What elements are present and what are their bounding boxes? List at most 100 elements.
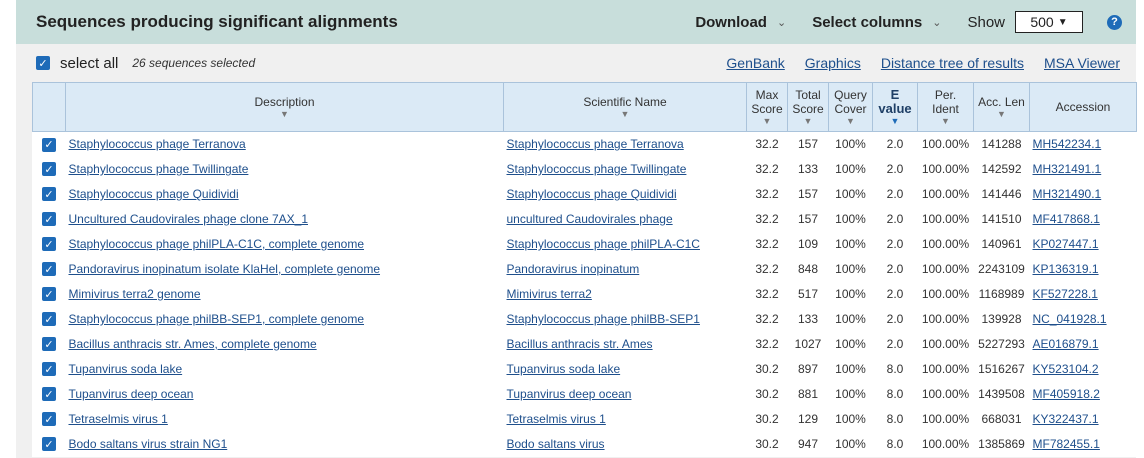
scientific-name-link[interactable]: Staphylococcus phage philBB-SEP1: [507, 312, 700, 326]
max-score-cell: 32.2: [755, 262, 779, 276]
genbank-link[interactable]: GenBank: [726, 55, 784, 71]
col-max-score[interactable]: Max Score ▼: [746, 82, 788, 132]
col-total-score[interactable]: Total Score ▼: [787, 82, 829, 132]
scientific-name-link[interactable]: uncultured Caudovirales phage: [507, 212, 673, 226]
scientific-name-link[interactable]: Staphylococcus phage Quidividi: [507, 187, 677, 201]
row-checkbox[interactable]: ✓: [42, 362, 56, 377]
row-checkbox[interactable]: ✓: [42, 337, 56, 352]
accession-link[interactable]: KY322437.1: [1033, 412, 1099, 426]
accession-cell: KY523104.2: [1030, 357, 1137, 382]
description-link[interactable]: Bodo saltans virus strain NG1: [69, 437, 228, 451]
scientific-name-link[interactable]: Tetraselmis virus 1: [507, 412, 606, 426]
description-link[interactable]: Tupanvirus deep ocean: [69, 387, 194, 401]
accession-link[interactable]: AE016879.1: [1033, 337, 1099, 351]
scientific-name-link[interactable]: Staphylococcus phage Twillingate: [507, 162, 687, 176]
row-checkbox[interactable]: ✓: [42, 387, 56, 402]
total-score-cell: 897: [797, 362, 819, 376]
row-checkbox[interactable]: ✓: [42, 262, 56, 277]
accession-link[interactable]: KP027447.1: [1033, 237, 1099, 251]
col-query-cover[interactable]: Query Cover ▼: [828, 82, 873, 132]
scientific-name-link[interactable]: Tupanvirus soda lake: [507, 362, 621, 376]
description-link[interactable]: Pandoravirus inopinatum isolate KlaHel, …: [69, 262, 381, 276]
description-link[interactable]: Staphylococcus phage philPLA-C1C, comple…: [69, 237, 365, 251]
accession-link[interactable]: MF405918.2: [1033, 387, 1100, 401]
graphics-link[interactable]: Graphics: [805, 55, 861, 71]
row-checkbox[interactable]: ✓: [42, 437, 56, 452]
table-row: ✓ Staphylococcus phage Twillingate Staphyl…: [33, 157, 1137, 182]
selected-count: 26 sequences selected: [132, 56, 256, 70]
accession-link[interactable]: NC_041928.1: [1033, 312, 1107, 326]
row-checkbox-cell: ✓: [33, 307, 66, 332]
row-checkbox-cell: ✓: [33, 182, 66, 207]
max-score-cell: 30.2: [755, 412, 779, 426]
description-cell: Uncultured Caudovirales phage clone 7AX_…: [66, 207, 504, 232]
scientific-name-link[interactable]: Tupanvirus deep ocean: [507, 387, 632, 401]
scientific-name-link[interactable]: Staphylococcus phage philPLA-C1C: [507, 237, 700, 251]
row-checkbox[interactable]: ✓: [42, 212, 56, 227]
row-checkbox[interactable]: ✓: [42, 237, 56, 252]
accession-link[interactable]: KP136319.1: [1033, 262, 1099, 276]
col-scientific-name[interactable]: Scientific Name ▼: [503, 82, 747, 132]
select-all-label[interactable]: select all: [60, 55, 118, 72]
scientific-name-link[interactable]: Bodo saltans virus: [507, 437, 605, 451]
per-ident-cell: 100.00%: [921, 412, 970, 426]
col-per-ident[interactable]: Per. Ident ▼: [917, 82, 974, 132]
accession-link[interactable]: KF527228.1: [1033, 287, 1098, 301]
accession-link[interactable]: MH542234.1: [1033, 137, 1102, 151]
scientific-name-link[interactable]: Pandoravirus inopinatum: [507, 262, 640, 276]
download-menu[interactable]: Download ⌄: [695, 14, 786, 31]
sort-arrow-icon: ▼: [890, 116, 900, 126]
acc-len-cell: 1516267: [978, 362, 1025, 376]
row-checkbox[interactable]: ✓: [42, 162, 56, 177]
query-cover-cell: 100%: [835, 137, 866, 152]
description-link[interactable]: Tupanvirus soda lake: [69, 362, 183, 376]
accession-cell: MH542234.1: [1030, 132, 1137, 157]
description-cell: Tetraselmis virus 1: [66, 407, 504, 432]
row-checkbox-cell: ✓: [33, 157, 66, 182]
scientific-name-link[interactable]: Bacillus anthracis str. Ames: [507, 337, 653, 351]
col-acc-len[interactable]: Acc. Len ▼: [973, 82, 1030, 132]
row-checkbox[interactable]: ✓: [42, 187, 56, 202]
description-link[interactable]: Mimivirus terra2 genome: [69, 287, 201, 301]
table-row: ✓ Staphylococcus phage Terranova Staphyloc…: [33, 132, 1137, 157]
accession-link[interactable]: MH321490.1: [1033, 187, 1102, 201]
per-ident-cell: 100.00%: [921, 362, 970, 376]
accession-link[interactable]: MF417868.1: [1033, 212, 1100, 226]
accession-link[interactable]: MH321491.1: [1033, 162, 1102, 176]
select-columns-menu[interactable]: Select columns ⌄: [812, 14, 941, 31]
col-accession[interactable]: Accession: [1029, 82, 1137, 132]
table-row: ✓ Pandoravirus inopinatum isolate KlaHel,…: [33, 257, 1137, 282]
scientific-name-link[interactable]: Mimivirus terra2: [507, 287, 592, 301]
per-ident-cell: 100.00%: [921, 337, 970, 351]
sort-arrow-icon: ▼: [941, 116, 950, 126]
max-score-cell: 30.2: [755, 437, 779, 451]
sort-arrow-icon: ▼: [762, 116, 772, 126]
description-link[interactable]: Staphylococcus phage philBB-SEP1, comple…: [69, 312, 365, 326]
description-link[interactable]: Staphylococcus phage Twillingate: [69, 162, 249, 176]
row-checkbox[interactable]: ✓: [42, 137, 56, 152]
query-cover-cell: 100%: [835, 237, 866, 251]
description-link[interactable]: Staphylococcus phage Terranova: [69, 137, 246, 151]
col-e-value[interactable]: Evalue ▼: [872, 82, 918, 132]
help-icon[interactable]: ?: [1107, 14, 1122, 30]
show-count-select[interactable]: 500 ▼: [1015, 11, 1083, 33]
col-description[interactable]: Description ▼: [65, 82, 504, 132]
row-checkbox[interactable]: ✓: [42, 287, 56, 302]
distance-tree-link[interactable]: Distance tree of results: [881, 55, 1024, 71]
select-all-checkbox[interactable]: ✓: [36, 56, 50, 70]
description-cell: Staphylococcus phage Twillingate: [66, 157, 504, 182]
total-score-cell: 947: [797, 437, 819, 451]
row-checkbox[interactable]: ✓: [42, 312, 56, 327]
description-link[interactable]: Uncultured Caudovirales phage clone 7AX_…: [69, 212, 309, 226]
msa-viewer-link[interactable]: MSA Viewer: [1044, 55, 1120, 71]
row-checkbox[interactable]: ✓: [42, 412, 56, 427]
description-link[interactable]: Tetraselmis virus 1: [69, 412, 168, 426]
description-link[interactable]: Staphylococcus phage Quidividi: [69, 187, 239, 201]
accession-link[interactable]: MF782455.1: [1033, 437, 1100, 451]
scientific-name-link[interactable]: Staphylococcus phage Terranova: [507, 137, 684, 151]
max-score-cell: 30.2: [755, 387, 779, 401]
query-cover-cell: 100%: [835, 437, 866, 451]
accession-link[interactable]: KY523104.2: [1033, 362, 1099, 376]
description-link[interactable]: Bacillus anthracis str. Ames, complete g…: [69, 337, 317, 351]
max-score-cell: 32.2: [755, 162, 779, 176]
